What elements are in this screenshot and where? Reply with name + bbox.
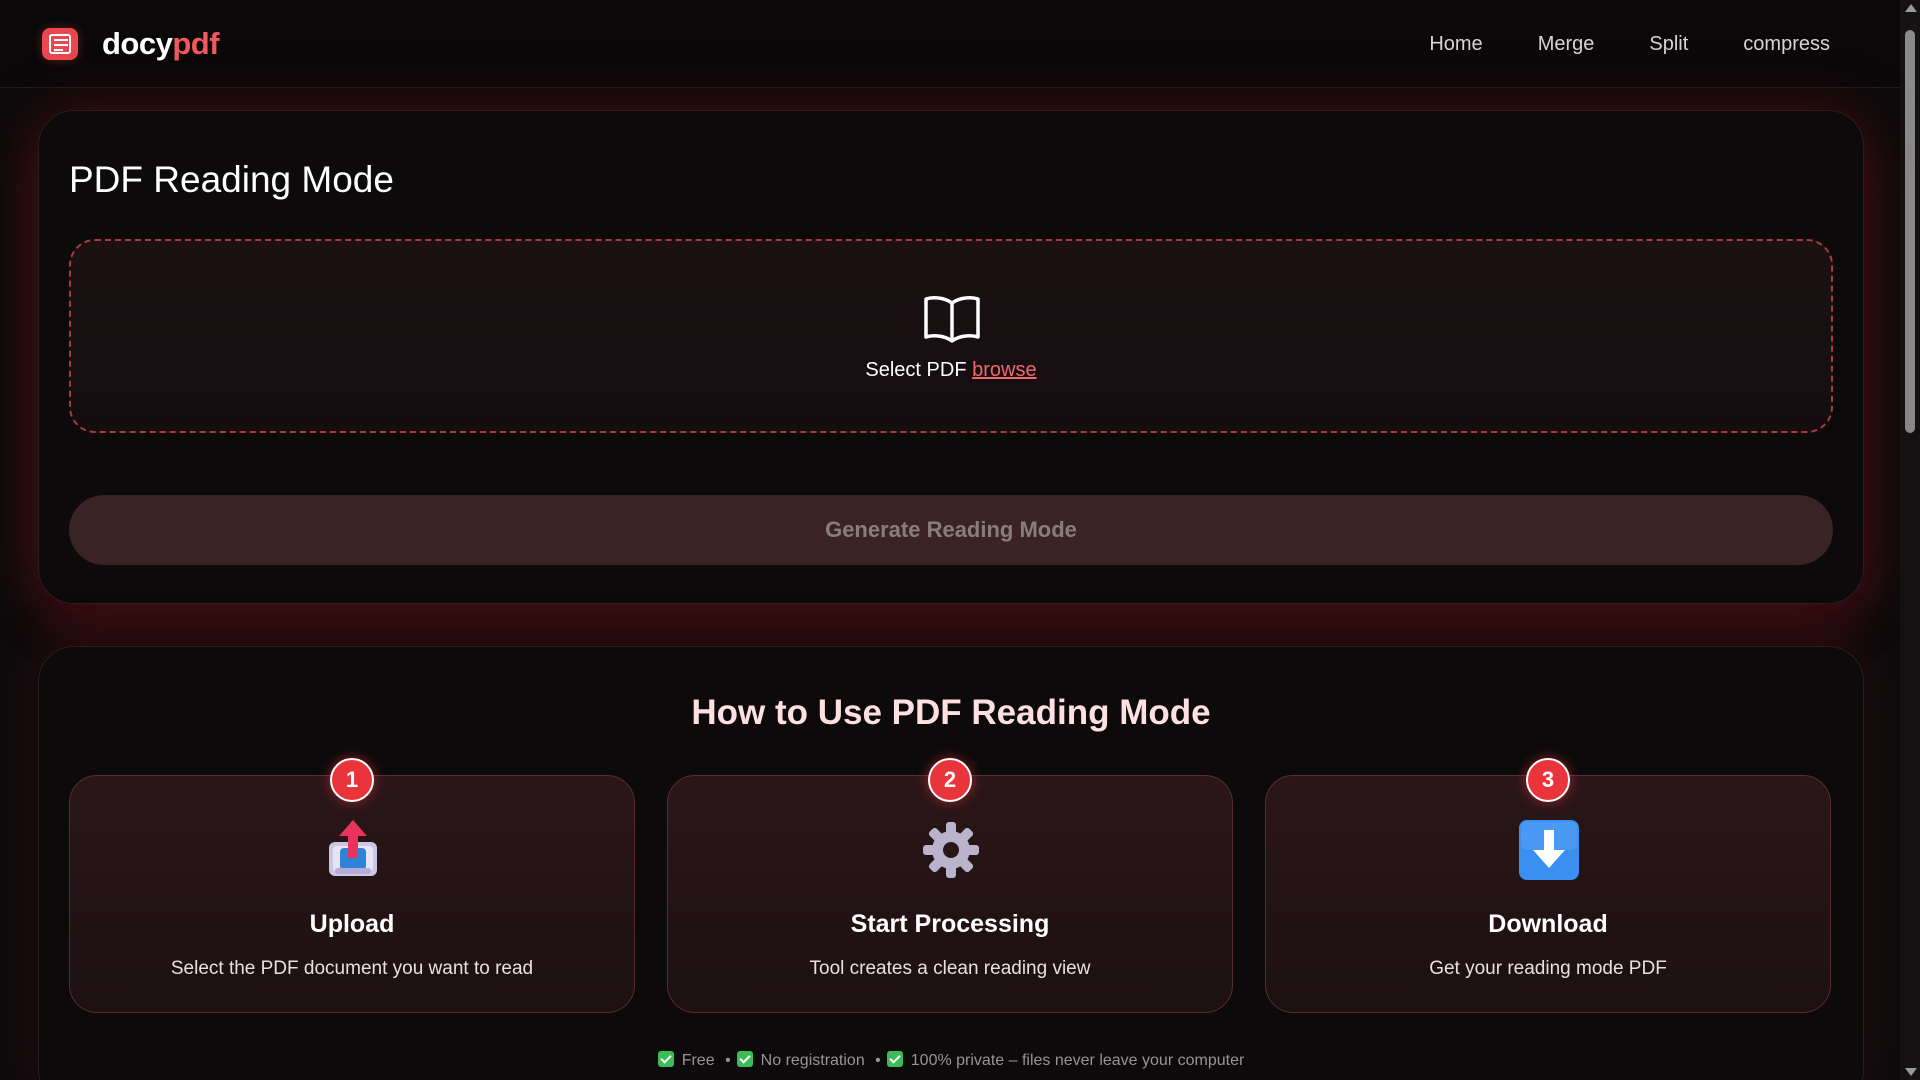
brand-name-part1: docy xyxy=(102,25,173,61)
step-card-upload: 1 Upload Select the PDF document you wan… xyxy=(69,758,635,1013)
nav-compress-link[interactable]: compress xyxy=(1743,33,1830,56)
upload-tray-icon xyxy=(329,820,377,876)
step-card-processing: 2 Start Processing Tool creates a clean … xyxy=(667,758,1233,1013)
how-to-use-card: How to Use PDF Reading Mode 1 Upload Sel… xyxy=(38,646,1864,1080)
nav-merge-link[interactable]: Merge xyxy=(1538,33,1595,56)
check-icon xyxy=(736,1051,753,1067)
brand-name: docypdf xyxy=(102,25,220,62)
page-title: PDF Reading Mode xyxy=(69,159,394,200)
browse-link[interactable]: browse xyxy=(972,359,1036,381)
step-description: Tool creates a clean reading view xyxy=(809,958,1091,979)
feature-free: Free xyxy=(681,1052,715,1069)
brand-logo[interactable]: docypdf xyxy=(42,25,220,62)
step-description: Select the PDF document you want to read xyxy=(170,958,534,979)
pdf-dropzone[interactable]: Select PDF browse xyxy=(69,239,1833,433)
feature-separator: • xyxy=(875,1052,881,1069)
feature-private: 100% private – files never leave your co… xyxy=(910,1052,1245,1069)
step-number-badge: 2 xyxy=(928,758,972,802)
select-pdf-label: Select PDF xyxy=(865,359,967,381)
select-pdf-prompt: Select PDF browse xyxy=(71,359,1831,382)
page-scrollbar[interactable] xyxy=(1900,0,1920,1080)
step-card-download: 3 Download Get your reading mode PDF xyxy=(1265,758,1831,1013)
brand-name-part2: pdf xyxy=(172,25,220,61)
pdf-logo-icon xyxy=(42,27,78,60)
check-icon xyxy=(886,1051,903,1067)
open-book-icon xyxy=(924,296,980,343)
step-number-badge: 1 xyxy=(330,758,374,802)
scrollbar-thumb[interactable] xyxy=(1905,30,1915,433)
how-to-title: How to Use PDF Reading Mode xyxy=(691,693,1211,732)
gear-icon xyxy=(923,822,979,878)
feature-separator: • xyxy=(725,1052,731,1069)
scroll-up-arrow-icon[interactable] xyxy=(1905,4,1917,12)
reading-mode-tool-card: PDF Reading Mode Select PDF browse Gener… xyxy=(38,110,1864,604)
nav-split-link[interactable]: Split xyxy=(1649,33,1688,56)
scroll-down-arrow-icon[interactable] xyxy=(1905,1068,1917,1076)
feature-no-registration: No registration xyxy=(760,1052,865,1069)
main-nav: Home Merge Split compress xyxy=(1374,0,1830,88)
features-line: Free • No registration • 100% private – fi… xyxy=(39,1051,1863,1070)
step-title: Upload xyxy=(309,910,395,938)
top-nav-bar: docypdf Home Merge Split compress xyxy=(0,0,1900,88)
step-number-badge: 3 xyxy=(1526,758,1570,802)
nav-home-link[interactable]: Home xyxy=(1429,33,1482,56)
step-title: Download xyxy=(1488,910,1608,938)
step-description: Get your reading mode PDF xyxy=(1429,958,1667,979)
download-arrow-icon xyxy=(1519,820,1579,880)
generate-reading-mode-button[interactable]: Generate Reading Mode xyxy=(69,495,1833,565)
step-title: Start Processing xyxy=(850,910,1050,938)
check-icon xyxy=(657,1051,674,1067)
